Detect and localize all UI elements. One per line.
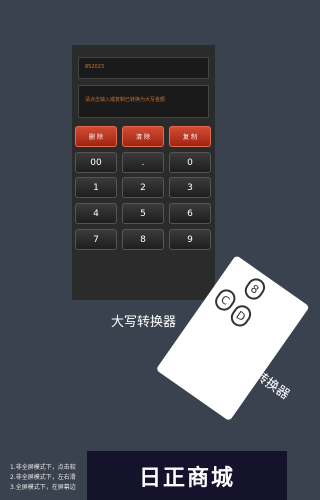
usage-notes: 1.非全屏模式下，点击软 2.非全屏模式下，左右滑 3.全屏模式下，在屏幕边: [10, 463, 76, 493]
brand-logo-text: 日正商城: [138, 465, 235, 491]
calculator-card: 852023 请点击输入或复制已转换为大写金额 删 除 清 除 复 制 00 .…: [72, 45, 215, 300]
note-line: 2.非全屏模式下，左右滑: [10, 474, 76, 481]
key-9[interactable]: 9: [169, 229, 211, 250]
key-5[interactable]: 5: [122, 203, 164, 224]
key-0[interactable]: 0: [169, 152, 211, 173]
result-display[interactable]: 请点击输入或复制已转换为大写金额: [78, 85, 209, 118]
note-line: 1.非全屏模式下，点击软: [10, 464, 76, 471]
key-1[interactable]: 1: [75, 177, 117, 198]
key-6[interactable]: 6: [169, 203, 211, 224]
key-2[interactable]: 2: [122, 177, 164, 198]
side-circle-8: 8: [241, 274, 269, 304]
copy-button[interactable]: 复 制: [169, 126, 211, 147]
key-dot[interactable]: .: [122, 152, 164, 173]
key-3[interactable]: 3: [169, 177, 211, 198]
note-line: 3.全屏模式下，在屏幕边: [10, 484, 76, 491]
key-00[interactable]: 00: [75, 152, 117, 173]
key-8[interactable]: 8: [122, 229, 164, 250]
key-4[interactable]: 4: [75, 203, 117, 224]
delete-button[interactable]: 删 除: [75, 126, 117, 147]
number-display[interactable]: 852023: [78, 57, 209, 79]
brand-banner: 日正商城: [87, 451, 287, 500]
clear-button[interactable]: 清 除: [122, 126, 164, 147]
key-7[interactable]: 7: [75, 229, 117, 250]
